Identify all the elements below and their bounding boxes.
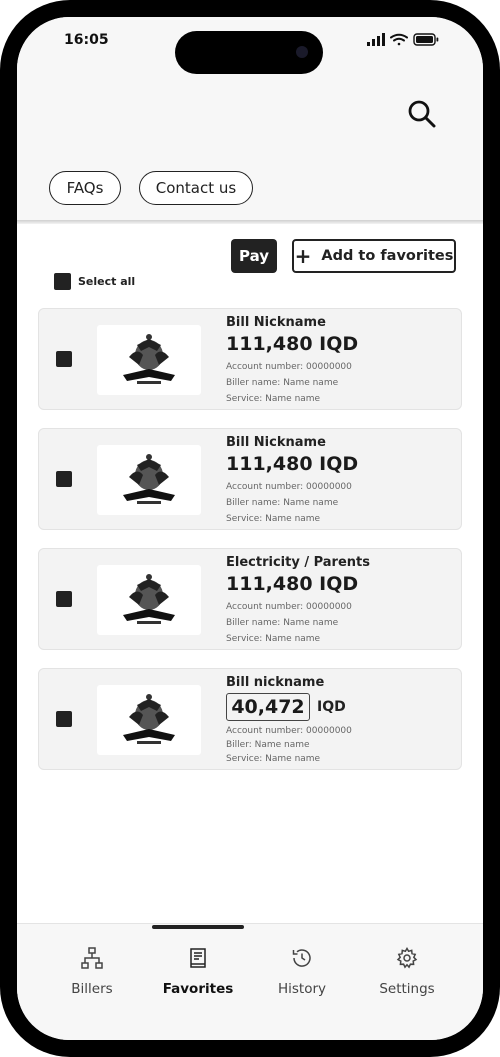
bill-checkbox[interactable] — [56, 351, 72, 367]
wifi-icon — [390, 33, 408, 46]
currency-label: IQD — [317, 699, 346, 715]
nav-item-billers[interactable]: Billers — [47, 947, 137, 1017]
biller-name: Biller name: Name name — [226, 618, 339, 628]
account-number: Account number: 00000000 — [226, 482, 352, 492]
service-name: Service: Name name — [226, 394, 321, 404]
service-name: Service: Name name — [226, 634, 321, 644]
biller-logo — [97, 325, 201, 395]
nav-item-settings[interactable]: Settings — [362, 947, 452, 1017]
bill-nickname: Electricity / Parents — [226, 555, 370, 570]
bill-checkbox[interactable] — [56, 591, 72, 607]
biller-logo — [97, 445, 201, 515]
emblem-icon — [123, 574, 175, 624]
select-all-checkbox[interactable] — [54, 273, 71, 290]
bill-card[interactable]: Bill Nickname 111,480 IQD Account number… — [38, 428, 462, 530]
bill-amount: 111,480 IQD — [226, 333, 359, 355]
bill-checkbox[interactable] — [56, 471, 72, 487]
dynamic-island — [175, 31, 323, 74]
amount-input[interactable]: 40,472 — [226, 693, 310, 721]
plus-icon: + — [294, 244, 312, 268]
header-divider — [17, 220, 483, 224]
faqs-button[interactable]: FAQs — [49, 171, 121, 205]
emblem-icon — [123, 694, 175, 744]
biller-name: Biller: Name name — [226, 740, 310, 750]
gear-icon — [396, 947, 418, 969]
bill-checkbox[interactable] — [56, 711, 72, 727]
bill-card[interactable]: Bill nickname 40,472 IQD Account number:… — [38, 668, 462, 770]
camera-icon — [296, 46, 308, 58]
bill-card[interactable]: Electricity / Parents 111,480 IQD Accoun… — [38, 548, 462, 650]
battery-icon — [413, 33, 439, 46]
biller-logo — [97, 685, 201, 755]
pay-button[interactable]: Pay — [231, 239, 277, 273]
emblem-icon — [123, 454, 175, 504]
nav-item-favorites[interactable]: Favorites — [153, 947, 243, 1017]
biller-logo — [97, 565, 201, 635]
account-number: Account number: 00000000 — [226, 602, 352, 612]
status-icons — [367, 33, 439, 46]
sitemap-icon — [81, 947, 103, 969]
search-icon[interactable] — [405, 97, 439, 131]
app-screen: 16:05 FAQs Contact us Pay + Add to favor… — [17, 17, 483, 1040]
bill-nickname: Bill nickname — [226, 675, 325, 690]
bill-amount: 111,480 IQD — [226, 453, 359, 475]
select-all[interactable]: Select all — [54, 273, 135, 290]
add-to-favorites-button[interactable]: + Add to favorites — [292, 239, 456, 273]
contact-us-button[interactable]: Contact us — [139, 171, 253, 205]
history-icon — [292, 949, 311, 967]
nav-item-history[interactable]: History — [257, 947, 347, 1017]
signal-icon — [367, 33, 385, 46]
emblem-icon — [123, 334, 175, 384]
status-time: 16:05 — [64, 32, 109, 48]
account-number: Account number: 00000000 — [226, 362, 352, 372]
bill-amount: 111,480 IQD — [226, 573, 359, 595]
service-name: Service: Name name — [226, 514, 321, 524]
service-name: Service: Name name — [226, 754, 321, 764]
receipt-icon — [190, 948, 206, 968]
bill-nickname: Bill Nickname — [226, 435, 326, 450]
account-number: Account number: 00000000 — [226, 726, 352, 736]
biller-name: Biller name: Name name — [226, 378, 339, 388]
home-indicator — [152, 925, 244, 929]
bill-nickname: Bill Nickname — [226, 315, 326, 330]
phone-frame: 16:05 FAQs Contact us Pay + Add to favor… — [0, 0, 500, 1057]
bill-card[interactable]: Bill Nickname 111,480 IQD Account number… — [38, 308, 462, 410]
biller-name: Biller name: Name name — [226, 498, 339, 508]
